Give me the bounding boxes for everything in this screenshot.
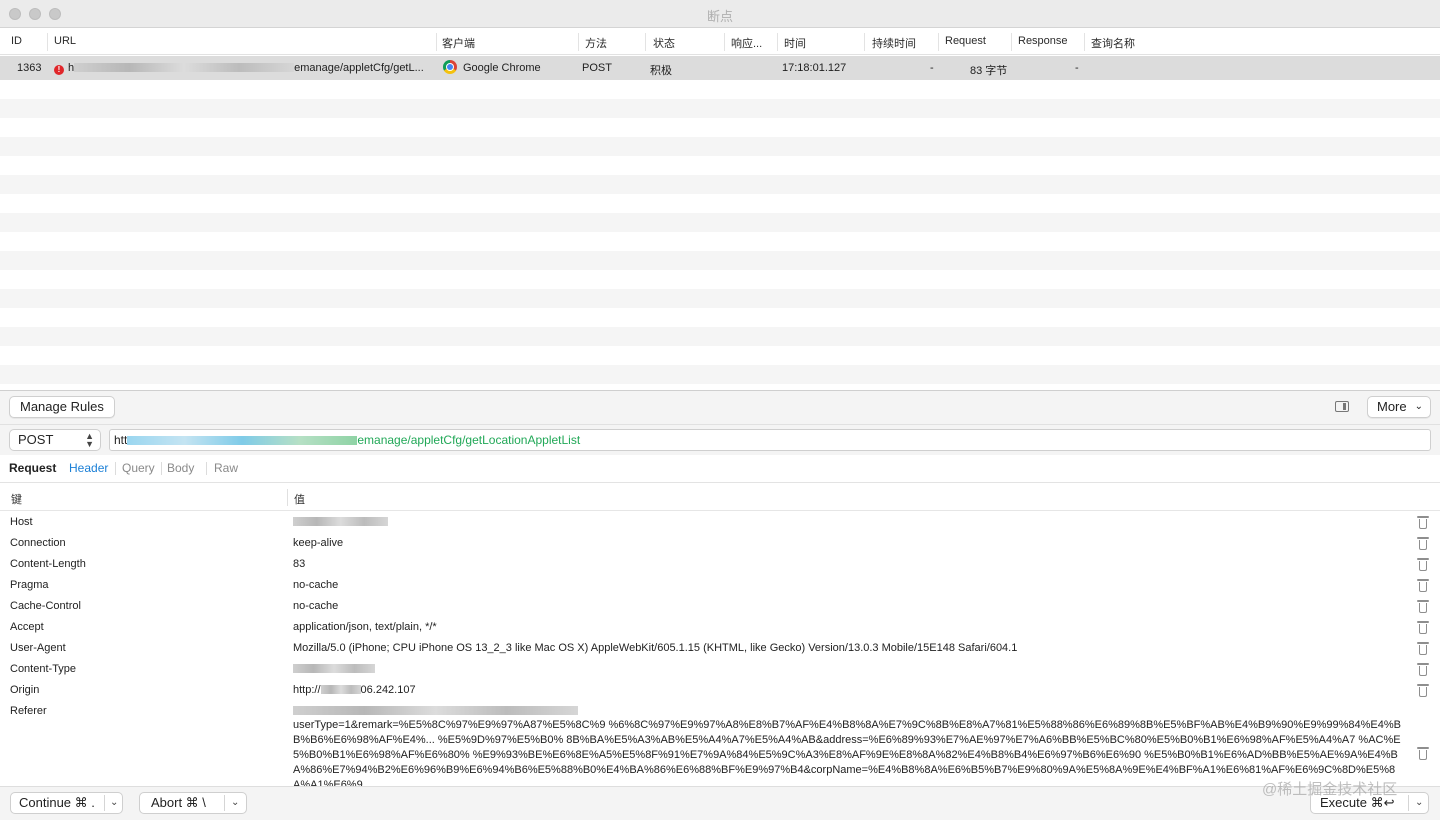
continue-button[interactable]: Continue ⌘ . ⌄ <box>10 792 123 814</box>
referer-body-value[interactable]: userType=1&remark=%E5%8C%97%E9%97%A87%E5… <box>293 718 1405 786</box>
redacted-url <box>127 436 358 445</box>
header-row-user-agent[interactable]: User-Agent Mozilla/5.0 (iPhone; CPU iPho… <box>0 638 1440 659</box>
chevron-down-icon: ⌄ <box>1414 401 1423 412</box>
column-id[interactable]: ID <box>11 35 22 47</box>
column-query-name[interactable]: 查询名称 <box>1091 35 1135 51</box>
column-duration[interactable]: 持续时间 <box>872 35 916 51</box>
row-url: ! h emanage/appletCfg/getL... <box>54 62 424 75</box>
row-time: 17:18:01.127 <box>782 62 847 74</box>
header-row-content-type[interactable]: Content-Type <box>0 659 1440 680</box>
column-time[interactable]: 时间 <box>784 35 806 51</box>
chevron-down-icon[interactable]: ⌄ <box>1415 793 1423 813</box>
column-request[interactable]: Request <box>945 35 986 47</box>
request-section-label: Request <box>9 461 57 475</box>
trash-icon[interactable] <box>1417 621 1429 634</box>
row-status: 积极 <box>650 65 672 77</box>
header-row-host[interactable]: Host <box>0 512 1440 533</box>
column-client[interactable]: 客户端 <box>442 35 475 51</box>
request-tabs: Request Header Query Body Raw <box>0 455 1440 483</box>
watermark: @稀土掘金技术社区 <box>1262 781 1398 798</box>
breakpoint-window: 断点 ID URL 客户端 方法 状态 响应... 时间 持续时间 Reques… <box>0 0 1440 820</box>
trash-icon[interactable] <box>1417 600 1429 613</box>
tab-query[interactable]: Query <box>122 461 155 475</box>
header-row-pragma[interactable]: Pragma no-cache <box>0 575 1440 596</box>
tab-body[interactable]: Body <box>167 461 194 475</box>
trash-icon[interactable] <box>1417 642 1429 655</box>
header-row-connection[interactable]: Connection keep-alive <box>0 533 1440 554</box>
chrome-icon <box>443 60 457 74</box>
redacted-value <box>320 685 361 694</box>
row-duration: - <box>930 62 934 74</box>
chevron-down-icon[interactable]: ⌄ <box>231 793 239 813</box>
title-bar: 断点 <box>0 0 1440 28</box>
redacted-value <box>293 706 578 715</box>
url-input[interactable]: htt emanage/appletCfg/getLocationAppletLi… <box>109 429 1431 451</box>
row-method: POST <box>582 62 612 74</box>
trash-icon[interactable] <box>1417 579 1429 592</box>
table-row[interactable]: 1363 ! h emanage/appletCfg/getL... Google … <box>0 56 1440 80</box>
trash-icon[interactable] <box>1417 747 1429 760</box>
trash-icon[interactable] <box>1417 558 1429 571</box>
table-header: ID URL 客户端 方法 状态 响应... 时间 持续时间 Request R… <box>0 29 1440 55</box>
header-row-cache-control[interactable]: Cache-Control no-cache <box>0 596 1440 617</box>
column-response[interactable]: 响应... <box>731 35 762 51</box>
updown-chevron-icon: ▲ ▼ <box>85 431 94 449</box>
column-url[interactable]: URL <box>54 35 76 47</box>
trash-icon[interactable] <box>1417 516 1429 529</box>
row-id: 1363 <box>17 62 42 74</box>
chevron-down-icon[interactable]: ⌄ <box>110 793 118 813</box>
trash-icon[interactable] <box>1417 684 1429 697</box>
error-icon: ! <box>54 65 64 75</box>
header-row-content-length[interactable]: Content-Length 83 <box>0 554 1440 575</box>
method-select[interactable]: POST ▲ ▼ <box>9 429 101 451</box>
breakpoint-list: 1363 ! h emanage/appletCfg/getL... Google … <box>0 56 1440 388</box>
column-response-size[interactable]: Response <box>1018 35 1068 47</box>
window-title: 断点 <box>706 9 733 24</box>
tab-raw[interactable]: Raw <box>214 461 238 475</box>
column-method[interactable]: 方法 <box>585 35 607 51</box>
header-row-origin[interactable]: Origin http://06.242.107 <box>0 680 1440 701</box>
header-row-accept[interactable]: Accept application/json, text/plain, */* <box>0 617 1440 638</box>
headers-table-header: 键 值 <box>0 484 1440 511</box>
row-response-size: - <box>1075 62 1079 74</box>
rules-toolbar: Manage Rules More ⌄ <box>0 391 1440 425</box>
sidebar-toggle-icon[interactable] <box>1335 401 1349 412</box>
key-column-label: 键 <box>11 494 22 506</box>
redacted-value <box>293 664 375 673</box>
trash-icon[interactable] <box>1417 663 1429 676</box>
row-client: Google Chrome <box>443 60 541 74</box>
request-url-bar: POST ▲ ▼ htt emanage/appletCfg/getLocation… <box>0 425 1440 455</box>
trash-icon[interactable] <box>1417 537 1429 550</box>
row-request-size: 83 字节 <box>970 65 1008 77</box>
manage-rules-button[interactable]: Manage Rules <box>9 396 115 418</box>
abort-button[interactable]: Abort ⌘ \ ⌄ <box>139 792 247 814</box>
tab-header[interactable]: Header <box>69 461 108 475</box>
more-button[interactable]: More ⌄ <box>1367 396 1431 418</box>
column-status[interactable]: 状态 <box>653 35 675 51</box>
redacted-value <box>293 517 388 526</box>
redacted-url <box>74 63 295 72</box>
value-column-label: 值 <box>294 494 305 506</box>
bottom-action-bar: Continue ⌘ . ⌄ Abort ⌘ \ ⌄ Execute ⌘↩ ⌄ <box>0 786 1440 820</box>
